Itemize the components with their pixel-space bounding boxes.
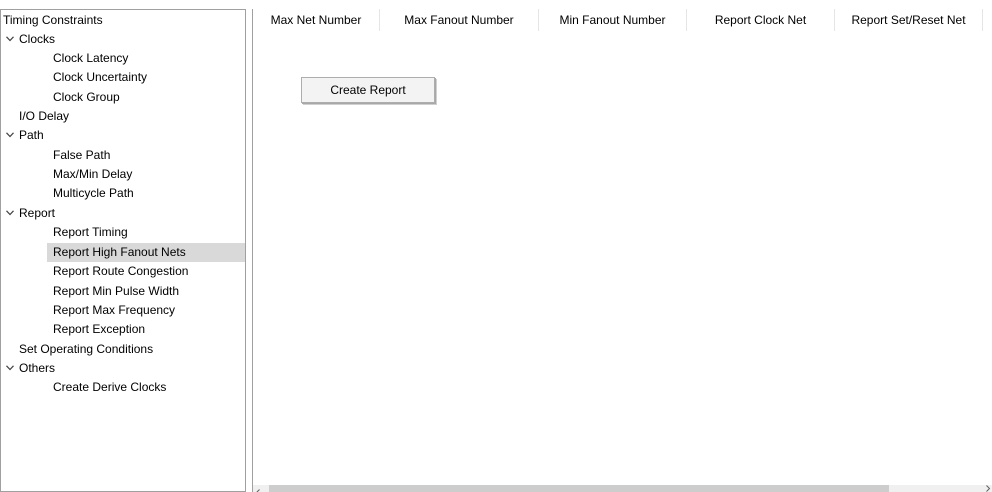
tree-item-label: Report High Fanout Nets xyxy=(53,245,186,259)
tree-item-label: I/O Delay xyxy=(19,109,70,123)
tree-item-label: Clock Group xyxy=(53,90,120,104)
tree-item-report-min-pulse-width[interactable]: Report Min Pulse Width xyxy=(1,282,245,301)
tree-item-label: Path xyxy=(19,128,44,142)
tree-item-report-high-fanout-nets[interactable]: Report High Fanout Nets xyxy=(47,243,245,262)
tree-item-label: Clock Latency xyxy=(53,51,129,65)
tree-item-label: Set Operating Conditions xyxy=(19,342,154,356)
tree-item-clocks[interactable]: Clocks xyxy=(1,30,245,49)
tree-item-label: Create Derive Clocks xyxy=(53,380,167,394)
scrollbar-thumb[interactable] xyxy=(269,485,889,492)
horizontal-scrollbar[interactable] xyxy=(253,485,992,492)
tree-item-label: Report xyxy=(19,206,56,220)
tree-item-multicycle-path[interactable]: Multicycle Path xyxy=(1,184,245,203)
column-header-max-net-number[interactable]: Max Net Number xyxy=(253,9,380,31)
table-header: Max Net Number Max Fanout Number Min Fan… xyxy=(253,9,992,31)
tree-item-report[interactable]: Report xyxy=(1,204,245,223)
column-header-report-set-reset-net[interactable]: Report Set/Reset Net xyxy=(835,9,983,31)
column-header-report-clock-net[interactable]: Report Clock Net xyxy=(687,9,835,31)
tree-item-report-route-congestion[interactable]: Report Route Congestion xyxy=(1,262,245,281)
tree-item-label: Clock Uncertainty xyxy=(53,70,148,84)
tree-item-label: Max/Min Delay xyxy=(53,167,133,181)
tree-item-label: False Path xyxy=(53,148,111,162)
tree-item-label: Report Exception xyxy=(53,322,146,336)
column-header-max-fanout-number[interactable]: Max Fanout Number xyxy=(380,9,539,31)
tree-item-label: Report Timing xyxy=(53,225,128,239)
tree-item-label: Multicycle Path xyxy=(53,186,134,200)
tree-item-clock-latency[interactable]: Clock Latency xyxy=(1,49,245,68)
column-header-min-fanout-number[interactable]: Min Fanout Number xyxy=(539,9,687,31)
tree-item-timing-constraints[interactable]: Timing Constraints xyxy=(1,11,245,30)
chevron-down-icon[interactable] xyxy=(6,30,16,49)
tree-item-label: Clocks xyxy=(19,32,56,46)
tree-item-io-delay[interactable]: I/O Delay xyxy=(1,107,245,126)
chevron-down-icon[interactable] xyxy=(6,359,16,378)
chevron-down-icon[interactable] xyxy=(6,204,16,223)
tree-item-label: Report Max Frequency xyxy=(53,303,176,317)
tree-item-report-max-frequency[interactable]: Report Max Frequency xyxy=(1,301,245,320)
tree-item-label: Timing Constraints xyxy=(3,13,103,27)
tree-item-label: Others xyxy=(19,361,56,375)
constraints-tree: Timing Constraints Clocks Clock Latency … xyxy=(0,9,246,492)
tree-item-label: Report Route Congestion xyxy=(53,264,189,278)
scroll-left-arrow-icon[interactable] xyxy=(255,485,265,492)
column-header-overflow xyxy=(983,9,992,31)
chevron-down-icon[interactable] xyxy=(6,126,16,145)
tree-item-report-timing[interactable]: Report Timing xyxy=(1,223,245,242)
tree-item-others[interactable]: Others xyxy=(1,359,245,378)
tree-item-clock-group[interactable]: Clock Group xyxy=(1,88,245,107)
tree-item-label: Report Min Pulse Width xyxy=(53,284,180,298)
tree-item-max-min-delay[interactable]: Max/Min Delay xyxy=(1,165,245,184)
report-settings-panel: Max Net Number Max Fanout Number Min Fan… xyxy=(252,9,992,492)
tree-item-report-exception[interactable]: Report Exception xyxy=(1,320,245,339)
tree-item-create-derive-clocks[interactable]: Create Derive Clocks xyxy=(1,378,245,397)
tree-item-path[interactable]: Path xyxy=(1,126,245,145)
tree-item-set-operating-conditions[interactable]: Set Operating Conditions xyxy=(1,340,245,359)
tree-item-false-path[interactable]: False Path xyxy=(1,146,245,165)
scroll-right-arrow-icon[interactable] xyxy=(981,485,991,492)
tree-item-clock-uncertainty[interactable]: Clock Uncertainty xyxy=(1,68,245,87)
create-report-button[interactable]: Create Report xyxy=(301,77,435,103)
